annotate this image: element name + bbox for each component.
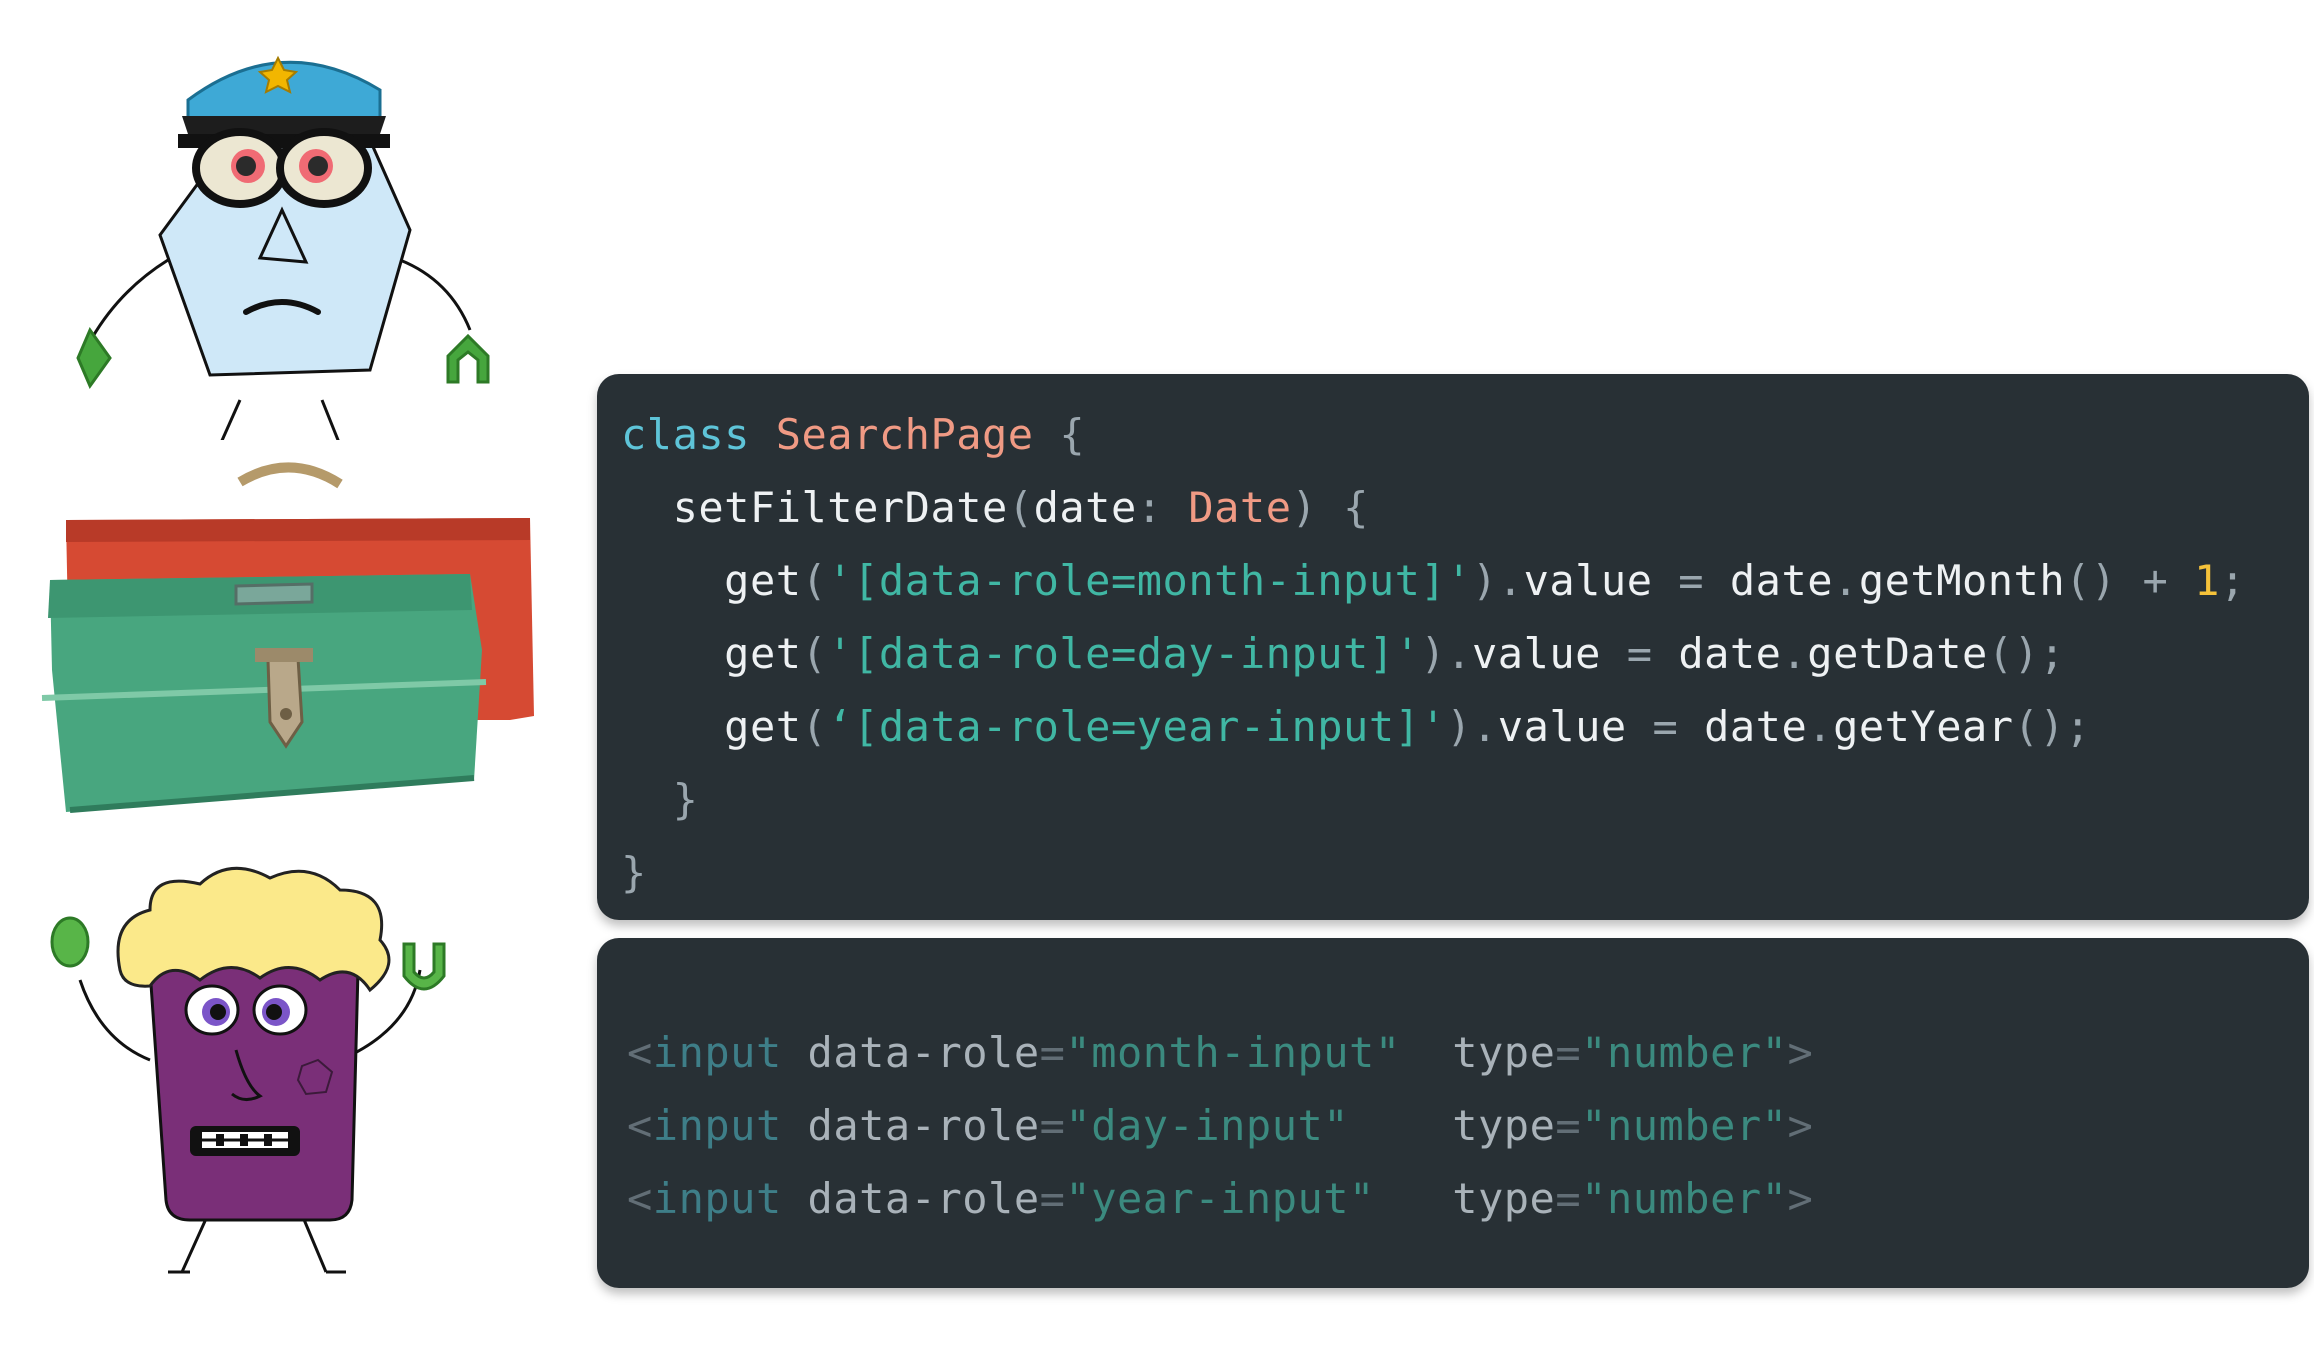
code-line: get('[data-role=day-input]').value = dat… [621, 617, 2309, 690]
code-string: '[data-role=day-input]' [827, 629, 1421, 678]
code-equals: = [1039, 1174, 1066, 1223]
code-paren: ( [801, 629, 828, 678]
cop-character [76, 55, 490, 440]
monster-character [50, 866, 446, 1274]
code-equals: = [1555, 1174, 1582, 1223]
code-dot: . [1781, 629, 1808, 678]
code-brace: } [672, 775, 699, 824]
code-object: date [1729, 556, 1834, 605]
code-paren: ) [1291, 483, 1318, 532]
toolbox-image [41, 462, 534, 813]
code-tag: input [652, 1174, 782, 1223]
code-brace: } [621, 848, 647, 897]
code-attribute-value: "number" [1581, 1028, 1788, 1077]
code-class-name: SearchPage [775, 410, 1034, 459]
code-operator: = [1652, 702, 1679, 751]
code-operator: = [1626, 629, 1653, 678]
code-bracket: < [627, 1174, 653, 1223]
code-semicolon: ; [2219, 556, 2246, 605]
code-param: date [1033, 483, 1137, 532]
code-equals: = [1039, 1101, 1066, 1150]
code-dot: . [1807, 702, 1834, 751]
code-bracket: < [627, 1028, 653, 1077]
code-dot: . [1833, 556, 1859, 605]
code-call-parens: (); [2013, 702, 2091, 751]
code-attribute: data-role [807, 1028, 1040, 1077]
code-line: get('[data-role=month-input]').value = d… [621, 544, 2309, 617]
code-bracket: > [1787, 1101, 1814, 1150]
code-line: get(‘[data-role=year-input]').value = da… [621, 690, 2309, 763]
code-attribute-value: "month-input" [1065, 1028, 1401, 1077]
code-keyword: class [621, 410, 750, 459]
code-dot: . [1471, 702, 1498, 751]
code-paren: ( [801, 556, 828, 605]
code-bracket: > [1787, 1174, 1814, 1223]
code-line: setFilterDate(date: Date) { [621, 471, 2309, 544]
code-call: get [724, 556, 802, 605]
code-bracket: < [627, 1101, 653, 1150]
code-paren: ( [801, 702, 828, 751]
code-equals: = [1555, 1101, 1582, 1150]
code-operator: = [1678, 556, 1705, 605]
code-number: 1 [2194, 556, 2220, 605]
code-line: } [621, 763, 2309, 836]
code-property: value [1497, 702, 1627, 751]
typescript-code-panel: class SearchPage { setFilterDate(date: D… [597, 374, 2309, 920]
code-line: <input data-role="day-input" type="numbe… [627, 1089, 2309, 1162]
code-line: <input data-role="year-input" type="numb… [627, 1162, 2309, 1235]
code-equals: = [1039, 1028, 1066, 1077]
code-string: '[data-role=month-input]' [827, 556, 1472, 605]
code-attribute-value: "number" [1581, 1174, 1788, 1223]
code-attribute: data-role [807, 1174, 1040, 1223]
code-line: class SearchPage { [621, 398, 2309, 471]
code-attribute-value: "number" [1581, 1101, 1788, 1150]
code-brace: { [1059, 410, 1086, 459]
code-call-parens: () [2065, 556, 2117, 605]
code-brace: { [1343, 483, 1369, 532]
code-dot: . [1446, 629, 1472, 678]
code-paren: ) [1446, 702, 1472, 751]
code-dot: . [1497, 556, 1524, 605]
code-attribute: type [1452, 1028, 1556, 1077]
code-attribute: type [1452, 1101, 1556, 1150]
code-operator: + [2142, 556, 2169, 605]
code-call: get [724, 702, 802, 751]
code-line: } [621, 836, 2309, 909]
code-paren: ( [1007, 483, 1034, 532]
code-string: ‘[data-role=year-input]' [827, 702, 1447, 751]
code-tag: input [652, 1028, 782, 1077]
code-attribute-value: "year-input" [1065, 1174, 1375, 1223]
code-colon: : [1136, 483, 1163, 532]
code-property: value [1523, 556, 1653, 605]
code-method-name: setFilterDate [672, 483, 1008, 532]
code-method-call: getDate [1807, 629, 1988, 678]
code-equals: = [1555, 1028, 1582, 1077]
code-paren: ) [1471, 556, 1498, 605]
code-call: get [724, 629, 802, 678]
code-attribute: type [1452, 1174, 1556, 1223]
code-line: <input data-role="month-input" type="num… [627, 1016, 2309, 1089]
code-property: value [1472, 629, 1601, 678]
code-object: date [1678, 629, 1782, 678]
code-call-parens: (); [1987, 629, 2066, 678]
code-object: date [1704, 702, 1808, 751]
code-type: Date [1188, 483, 1292, 532]
code-method-call: getMonth [1858, 556, 2066, 605]
code-paren: ) [1420, 629, 1447, 678]
html-code-panel: <input data-role="month-input" type="num… [597, 938, 2309, 1288]
code-method-call: getYear [1833, 702, 2014, 751]
code-tag: input [652, 1101, 782, 1150]
code-bracket: > [1787, 1028, 1814, 1077]
code-attribute-value: "day-input" [1065, 1101, 1350, 1150]
code-attribute: data-role [807, 1101, 1040, 1150]
